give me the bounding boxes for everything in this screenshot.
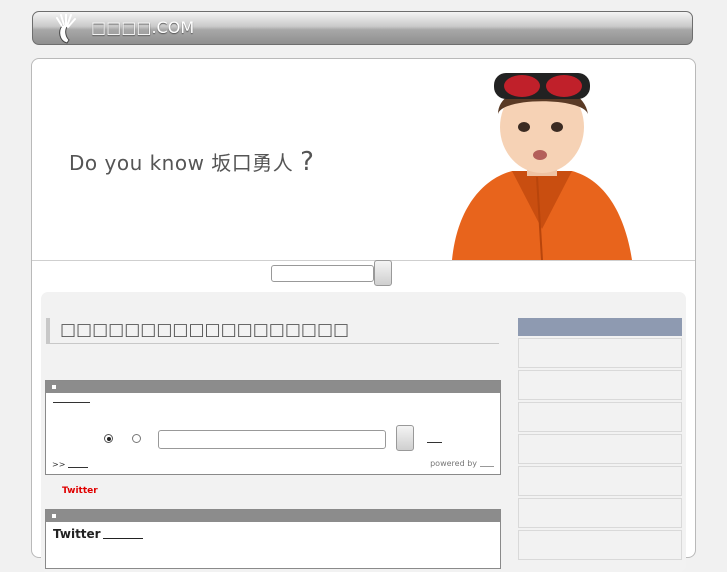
tagline-question-mark: ? — [300, 147, 315, 177]
search-scope-radio-2[interactable] — [132, 434, 141, 443]
twitter-widget-title-text: Twitter — [53, 527, 101, 541]
header-banner: Do you know 坂口勇人 ? — [32, 59, 695, 261]
sidebar-item[interactable] — [518, 530, 682, 560]
search-widget: >> powered by — [45, 380, 501, 475]
sidebar-item[interactable] — [518, 338, 682, 368]
twitter-widget-title[interactable]: Twitter — [53, 527, 143, 541]
sidebar-item[interactable] — [518, 434, 682, 464]
more-link-prefix: >> — [52, 460, 66, 469]
powered-by-label: powered by — [430, 459, 477, 468]
search-widget-link[interactable] — [53, 396, 90, 403]
search-help-link[interactable] — [427, 442, 442, 443]
more-link[interactable]: >> — [52, 460, 89, 469]
logo-icon[interactable] — [55, 14, 79, 44]
search-scope-radio-1[interactable] — [104, 434, 113, 443]
sidebar-item[interactable] — [518, 402, 682, 432]
boy-with-goggles-image — [452, 73, 632, 260]
top-bar: □□□□.COM — [32, 11, 693, 45]
sidebar-item[interactable] — [518, 498, 682, 528]
search-input[interactable] — [158, 430, 386, 449]
sidebar-header — [518, 318, 682, 336]
top-search-input[interactable] — [271, 265, 374, 282]
bullet-icon — [52, 385, 56, 389]
twitter-widget-bar — [46, 510, 500, 522]
main-container: Do you know 坂口勇人 ? □□□□□□□□□□□□□□□□□□ >>… — [31, 58, 696, 572]
top-search-button[interactable] — [374, 260, 392, 286]
page-heading-text: □□□□□□□□□□□□□□□□□□ — [60, 320, 350, 340]
sidebar-item[interactable] — [518, 466, 682, 496]
bullet-icon — [52, 514, 56, 518]
powered-by-text: powered by — [430, 459, 494, 468]
search-widget-bar — [46, 381, 500, 393]
site-title[interactable]: □□□□.COM — [91, 18, 194, 37]
twitter-link[interactable]: Twitter — [62, 486, 98, 496]
tagline-text: Do you know 坂口勇人 — [69, 151, 294, 175]
twitter-widget: Twitter — [45, 509, 501, 569]
content-area: □□□□□□□□□□□□□□□□□□ >> powered by Twitter… — [41, 292, 686, 572]
sidebar-item[interactable] — [518, 370, 682, 400]
page-heading: □□□□□□□□□□□□□□□□□□ — [46, 318, 499, 344]
search-button[interactable] — [396, 425, 414, 451]
sidebar — [518, 318, 682, 560]
banner-tagline: Do you know 坂口勇人 ? — [69, 147, 314, 177]
